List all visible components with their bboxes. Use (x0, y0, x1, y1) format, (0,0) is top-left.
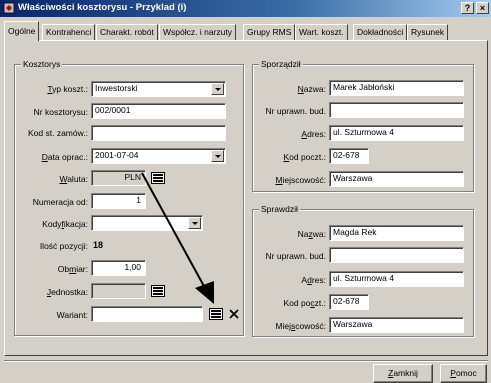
jednostka-label: Jednostka: (46, 287, 88, 297)
spo-nr-label: Nr uprawn. bud. (265, 106, 326, 116)
tab-charakt-robot[interactable]: Charakt. robót (96, 24, 158, 40)
spo-kod-label: Kod poczt.: (283, 152, 326, 162)
tab-rysunek[interactable]: Rysunek (407, 24, 449, 40)
waluta-label: Waluta: (59, 174, 88, 184)
clear-icon[interactable] (228, 308, 240, 320)
sprawdzil-group-title: Sprawdził (259, 204, 300, 214)
obmiar-input[interactable]: 1,00 (91, 260, 146, 276)
ilosc-pozycji-label: Ilość pozycji: (39, 241, 88, 251)
spo-adres-input[interactable]: ul. Szturmowa 4 (329, 125, 464, 141)
footer-separator (4, 360, 488, 362)
tab-strip: Ogólne Kontrahenci Charakt. robót Współc… (4, 21, 484, 41)
numeracja-input[interactable]: 1 (91, 193, 146, 209)
spo-nr-input[interactable] (329, 102, 464, 118)
window-titlebar: Właściwości kosztorysu - Przyklad (i) ? … (0, 0, 491, 17)
help-footer-button[interactable]: Pomoc (440, 364, 487, 383)
spr-kod-input[interactable]: 02-678 (329, 294, 369, 310)
tab-wspolcz-narzuty[interactable]: Współcz. i narzuty (159, 24, 236, 40)
tab-ogolne[interactable]: Ogólne (4, 21, 40, 41)
close-window-button[interactable]: × (476, 2, 489, 14)
spo-nazwa-input[interactable]: Marek Jabłoński (329, 80, 464, 96)
typ-select[interactable]: Inwestorski (91, 81, 226, 97)
ilosc-pozycji-value: 18 (93, 240, 104, 250)
data-oprac-label: Data oprac.: (41, 152, 88, 162)
spr-adres-input[interactable]: ul. Szturmowa 4 (329, 271, 464, 287)
close-button[interactable]: Zamknij (373, 364, 433, 383)
obmiar-label: Obmiar: (57, 264, 88, 274)
sporzadzil-group-title: Sporządził (259, 59, 303, 69)
spr-nazwa-label: Nazwa: (297, 229, 326, 239)
spo-miejsc-input[interactable]: Warszawa (329, 171, 464, 187)
spr-nr-label: Nr uprawn. bud. (265, 251, 326, 261)
waluta-field: PLN (91, 170, 146, 186)
window-title: Właściwości kosztorysu - Przyklad (i) (18, 2, 187, 13)
nr-kosztorysu-label: Nr kosztorysu: (33, 107, 88, 117)
nr-kosztorysu-input[interactable]: 002/0001 (91, 103, 226, 119)
jednostka-field (91, 283, 146, 299)
list-icon[interactable] (151, 172, 165, 184)
spo-miejsc-label: Miejscowość: (275, 175, 326, 185)
tab-kontrahenci[interactable]: Kontrahenci (42, 24, 96, 40)
typ-label: Typ koszt.: (47, 84, 88, 94)
spr-miejsc-input[interactable]: Warszawa (329, 317, 464, 333)
kodyfikacja-select[interactable] (91, 215, 203, 231)
spo-nazwa-label: Nazwa: (297, 84, 326, 94)
kod-zamow-label: Kod st. zamów.: (28, 128, 88, 138)
wariant-input[interactable] (91, 306, 203, 322)
tab-dokladnosci[interactable]: Dokładności (353, 24, 408, 40)
chevron-down-icon[interactable] (211, 150, 224, 162)
spr-miejsc-label: Miejscowość: (275, 321, 326, 331)
tab-wart-koszt[interactable]: Wart. koszt. (295, 24, 348, 40)
spr-nr-input[interactable] (329, 247, 464, 263)
data-oprac-select[interactable]: 2001-07-04 (91, 148, 226, 164)
tab-grupy-rms[interactable]: Grupy RMS (243, 24, 296, 40)
spo-kod-input[interactable]: 02-678 (329, 148, 369, 164)
kosztorys-group-title: Kosztorys (21, 59, 63, 69)
list-icon[interactable] (209, 308, 223, 320)
chevron-down-icon[interactable] (211, 83, 224, 95)
kod-zamow-input[interactable] (91, 125, 226, 141)
kodyfikacja-label: Kodyfikacja: (42, 219, 88, 229)
chevron-down-icon[interactable] (188, 217, 201, 229)
numeracja-label: Numeracja od: (32, 197, 88, 207)
spr-nazwa-input[interactable]: Magda Rek (329, 225, 464, 241)
app-icon (3, 2, 15, 14)
spr-adres-label: Adres: (301, 275, 326, 285)
wariant-label: Wariant: (56, 310, 88, 320)
list-icon[interactable] (151, 285, 165, 297)
spr-kod-label: Kod poczt.: (283, 298, 326, 308)
spo-adres-label: Adres: (301, 129, 326, 139)
help-button[interactable]: ? (461, 2, 474, 14)
